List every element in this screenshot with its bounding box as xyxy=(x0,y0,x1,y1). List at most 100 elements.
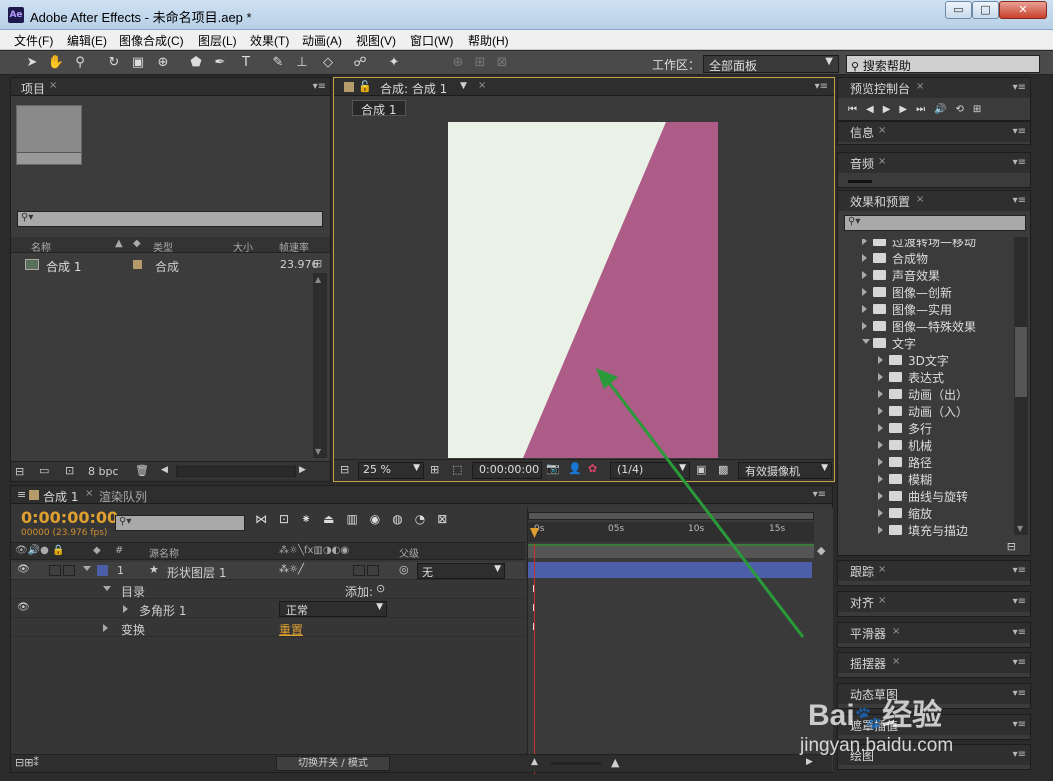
effects-tree-item[interactable]: 动画（出） xyxy=(838,385,1014,402)
solo-toggle[interactable] xyxy=(49,565,61,576)
eye-icon[interactable]: 👁 xyxy=(17,564,30,575)
layer-name[interactable]: 形状图层 1 xyxy=(167,564,226,581)
panel-menu-icon[interactable]: ▾≡ xyxy=(815,81,828,92)
eye-icon[interactable]: 👁 xyxy=(17,602,30,613)
panel-menu-icon[interactable]: ▾≡ xyxy=(1013,688,1026,699)
menu-layer[interactable]: 图层(L) xyxy=(198,32,237,49)
work-area-range[interactable] xyxy=(528,544,814,558)
close-icon[interactable]: × xyxy=(478,80,486,91)
chevron-right-icon[interactable] xyxy=(878,441,883,449)
effects-search-input[interactable]: ⚲▾ xyxy=(844,215,1026,231)
menu-help[interactable]: 帮助(H) xyxy=(468,32,509,49)
chevron-right-icon[interactable] xyxy=(878,356,883,364)
col-source-name[interactable]: 源名称 xyxy=(149,545,179,560)
zoom-out-icon[interactable]: ▲ xyxy=(531,757,538,767)
close-icon[interactable]: × xyxy=(878,156,886,167)
pen-tool-icon[interactable]: ✒ xyxy=(210,53,230,73)
always-preview-icon[interactable]: ⊟ xyxy=(340,463,349,476)
chevron-right-icon[interactable] xyxy=(878,458,883,466)
col-type[interactable]: 类型 xyxy=(153,239,173,254)
timeline-graph[interactable]: 0s 05s 10s 15s I I I ◆ xyxy=(527,508,833,774)
bpc-label[interactable]: 8 bpc xyxy=(88,465,119,478)
new-folder-icon[interactable]: ▭ xyxy=(39,464,49,477)
close-icon[interactable]: × xyxy=(916,194,924,205)
shy-icon[interactable]: ⁂☼╱ xyxy=(279,564,304,575)
toggle-switches-modes-button[interactable]: 切换开关 / 模式 xyxy=(276,756,390,771)
zoom-dropdown[interactable]: 25 % ▼ xyxy=(358,462,424,479)
work-area-bar[interactable] xyxy=(528,512,814,520)
chevron-right-icon[interactable] xyxy=(878,475,883,483)
panel-menu-icon[interactable]: ▾≡ xyxy=(1013,596,1026,607)
expand-icon[interactable] xyxy=(123,605,128,613)
expand-icon[interactable] xyxy=(83,566,91,571)
camera-tool-icon[interactable]: ▣ xyxy=(128,53,148,73)
effects-tree-item[interactable]: 3D文字 xyxy=(838,351,1014,368)
scroll-right-icon[interactable]: ▶ xyxy=(806,757,813,767)
tab-align[interactable]: 对齐 xyxy=(850,594,874,611)
menu-animation[interactable]: 动画(A) xyxy=(302,32,342,49)
chevron-right-icon[interactable] xyxy=(862,288,867,296)
minimize-button[interactable]: ▭ xyxy=(945,1,972,19)
interpret-footage-icon[interactable]: ⊟ xyxy=(15,465,24,478)
close-icon[interactable]: × xyxy=(916,81,924,92)
menu-effect[interactable]: 效果(T) xyxy=(250,32,289,49)
maximize-button[interactable]: □ xyxy=(972,1,999,19)
flowchart-icon[interactable]: ⊞ xyxy=(313,257,322,270)
transform-row[interactable]: 变换 重置 xyxy=(11,619,525,637)
clone-stamp-tool-icon[interactable]: ⊥ xyxy=(292,53,312,73)
safe-margins-icon[interactable]: ⊞ xyxy=(430,463,439,476)
panel-menu-icon[interactable]: ▾≡ xyxy=(1013,749,1026,760)
list-item[interactable]: 合成 1 合成 23.976 ⊞ xyxy=(11,256,322,274)
effects-tree-item[interactable]: 机械 xyxy=(838,436,1014,453)
horizontal-scrollbar[interactable] xyxy=(176,466,296,477)
panel-menu-icon[interactable]: ▾≡ xyxy=(1013,719,1026,730)
tab-timeline-comp[interactable]: 合成 1 xyxy=(43,488,78,505)
time-ruler[interactable]: 0s 05s 10s 15s xyxy=(528,522,814,542)
region-of-interest-icon[interactable]: ▣ xyxy=(696,463,706,476)
selection-tool-icon[interactable]: ➤ xyxy=(22,53,42,73)
close-icon[interactable]: × xyxy=(892,656,900,667)
breadcrumb[interactable]: 合成 1 xyxy=(352,100,406,117)
chevron-down-icon[interactable] xyxy=(862,339,870,344)
search-help-input[interactable]: ⚲ 搜索帮助 xyxy=(846,55,1040,73)
eraser-tool-icon[interactable]: ◇ xyxy=(318,53,338,73)
effects-tree-item[interactable]: 合成物 xyxy=(838,249,1014,266)
col-size[interactable]: 大小 xyxy=(233,239,253,254)
tab-tracker[interactable]: 跟踪 xyxy=(850,563,874,580)
new-composition-icon[interactable]: ⊡ xyxy=(65,464,74,477)
panel-menu-icon[interactable]: ▾≡ xyxy=(1013,126,1026,137)
hand-tool-icon[interactable]: ✋ xyxy=(46,53,66,73)
chevron-right-icon[interactable] xyxy=(878,509,883,517)
resolution-dropdown[interactable]: (1/4) ▼ xyxy=(610,462,690,479)
close-icon[interactable]: × xyxy=(878,595,886,606)
tab-render-queue[interactable]: 渲染队列 xyxy=(99,488,147,505)
current-timecode[interactable]: 0:00:00:00 xyxy=(21,508,118,527)
effects-tree-item[interactable]: 模糊 xyxy=(838,470,1014,487)
pickwhip-icon[interactable]: ◎ xyxy=(399,563,409,576)
camera-dropdown[interactable]: 有效摄像机 ▼ xyxy=(738,462,832,479)
close-icon[interactable]: × xyxy=(892,626,900,637)
layer-row[interactable]: 👁 1 ★ 形状图层 1 ⁂☼╱ ◎ 无 ▼ xyxy=(11,562,525,580)
close-button[interactable]: ✕ xyxy=(999,1,1047,19)
show-snapshot-icon[interactable]: 👤 xyxy=(568,462,582,475)
close-icon[interactable]: × xyxy=(878,564,886,575)
menu-window[interactable]: 窗口(W) xyxy=(410,32,453,49)
chevron-down-icon[interactable]: ▼ xyxy=(460,81,467,91)
chevron-right-icon[interactable] xyxy=(862,239,867,245)
effects-tree-item[interactable]: 填充与描边 xyxy=(838,521,1014,538)
effects-tree-item[interactable]: 图像—实用 xyxy=(838,300,1014,317)
footer-toggle-icon[interactable]: ⊟⊞⁑ xyxy=(15,756,39,769)
roto-brush-tool-icon[interactable]: ☍ xyxy=(350,53,370,73)
panel-menu-icon[interactable]: ▾≡ xyxy=(1013,195,1026,206)
effects-tree-item[interactable]: 动画（入） xyxy=(838,402,1014,419)
effects-scrollbar[interactable]: ▼ xyxy=(1014,237,1028,535)
axis-mode-icon[interactable]: ⊕ xyxy=(448,53,468,73)
tab-project[interactable]: 项目 xyxy=(21,80,45,97)
polygon-row[interactable]: 👁 多角形 1 正常 ▼ xyxy=(11,600,525,618)
channel-icon[interactable]: ✿ xyxy=(588,462,597,475)
menu-view[interactable]: 视图(V) xyxy=(356,32,396,49)
pan-behind-tool-icon[interactable]: ⊕ xyxy=(153,53,173,73)
chevron-right-icon[interactable] xyxy=(878,526,883,534)
transparency-grid-icon[interactable]: ▩ xyxy=(718,463,728,476)
close-icon[interactable]: × xyxy=(49,80,57,91)
